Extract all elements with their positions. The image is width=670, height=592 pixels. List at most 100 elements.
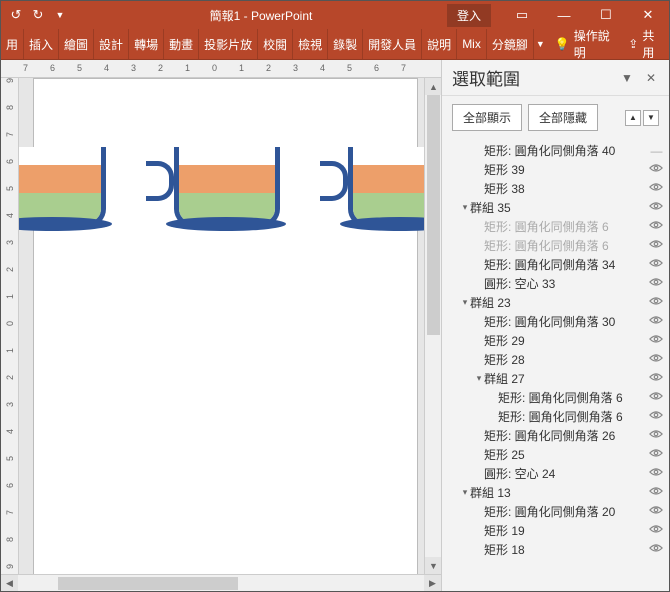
ruler-tick: 9: [5, 564, 15, 569]
tree-item-label: 矩形: 圓角化同側角落 6: [498, 389, 647, 406]
tree-item[interactable]: 矩形: 圓角化同側角落 6: [452, 236, 665, 255]
ruler-tick: 1: [5, 348, 15, 353]
cup-graphic[interactable]: [348, 147, 424, 227]
tree-item[interactable]: 矩形 28: [452, 350, 665, 369]
scroll-left-icon[interactable]: ◀: [1, 575, 18, 592]
ribbon-tab[interactable]: 動畫: [164, 29, 199, 59]
redo-icon[interactable]: ↻: [29, 6, 47, 24]
expand-arrow-icon[interactable]: ▾: [460, 202, 470, 213]
login-button[interactable]: 登入: [447, 4, 491, 27]
show-all-button[interactable]: 全部顯示: [452, 104, 522, 131]
ribbon-tab[interactable]: 用: [1, 29, 24, 59]
visibility-eye-icon[interactable]: [647, 486, 665, 499]
ruler-tick: 7: [5, 132, 15, 137]
slide-viewport[interactable]: [19, 78, 424, 574]
scrollbar-track[interactable]: [425, 95, 441, 557]
visibility-eye-icon[interactable]: [647, 220, 665, 233]
tree-item[interactable]: ▾群組 27: [452, 369, 665, 388]
tree-item[interactable]: 矩形 38: [452, 179, 665, 198]
visibility-eye-icon[interactable]: [647, 429, 665, 442]
visibility-eye-icon[interactable]: [647, 543, 665, 556]
tree-item[interactable]: 矩形 19: [452, 521, 665, 540]
tree-item[interactable]: 矩形: 圓角化同側角落 30: [452, 312, 665, 331]
tell-me[interactable]: 💡 操作說明: [547, 27, 621, 61]
scrollbar-thumb[interactable]: [58, 577, 238, 590]
tree-item[interactable]: 矩形 29: [452, 331, 665, 350]
ribbon-tab[interactable]: 插入: [24, 29, 59, 59]
ribbon-tab[interactable]: 轉場: [129, 29, 164, 59]
visibility-eye-icon[interactable]: [647, 334, 665, 347]
ribbon-tab[interactable]: 檢視: [293, 29, 328, 59]
ribbon-tab[interactable]: 設計: [94, 29, 129, 59]
cup-graphic[interactable]: [174, 147, 280, 227]
ribbon-display-icon[interactable]: ▭: [501, 1, 543, 29]
maximize-icon[interactable]: ☐: [585, 1, 627, 29]
scroll-up-icon[interactable]: ▲: [425, 78, 441, 95]
tree-item[interactable]: 矩形 39: [452, 160, 665, 179]
tree-item[interactable]: 矩形: 圓角化同側角落 20: [452, 502, 665, 521]
scroll-right-icon[interactable]: ▶: [424, 575, 441, 592]
tree-item[interactable]: 矩形: 圓角化同側角落 40—: [452, 141, 665, 160]
chevron-down-icon[interactable]: ▼: [51, 6, 69, 24]
tree-item[interactable]: ▾群組 35: [452, 198, 665, 217]
chevron-down-icon[interactable]: ▼: [534, 39, 547, 49]
ribbon-tab[interactable]: 校閱: [258, 29, 293, 59]
expand-arrow-icon[interactable]: ▾: [474, 373, 484, 384]
ribbon-tab[interactable]: 開發人員: [363, 29, 422, 59]
visibility-eye-icon[interactable]: [647, 467, 665, 480]
ribbon-tab[interactable]: 投影片放: [199, 29, 258, 59]
tree-item[interactable]: 矩形: 圓角化同側角落 34: [452, 255, 665, 274]
visibility-eye-icon[interactable]: [647, 258, 665, 271]
share-button[interactable]: ⇪ 共用: [620, 27, 669, 61]
visibility-eye-icon[interactable]: [647, 239, 665, 252]
move-down-icon[interactable]: ▼: [643, 110, 659, 126]
visibility-eye-icon[interactable]: [647, 410, 665, 423]
visibility-eye-icon[interactable]: [647, 296, 665, 309]
scrollbar-thumb[interactable]: [427, 95, 440, 335]
chevron-down-icon[interactable]: ▼: [619, 70, 635, 86]
tree-item[interactable]: ▾群組 13: [452, 483, 665, 502]
ribbon-tab[interactable]: 繪圖: [59, 29, 94, 59]
cup-graphic[interactable]: [19, 147, 106, 227]
visibility-eye-icon[interactable]: [647, 391, 665, 404]
tree-item[interactable]: ▾群組 23: [452, 293, 665, 312]
visibility-eye-icon[interactable]: [647, 182, 665, 195]
visibility-eye-icon[interactable]: [647, 201, 665, 214]
visibility-hidden-icon[interactable]: —: [647, 144, 665, 158]
expand-arrow-icon[interactable]: ▾: [460, 487, 470, 498]
close-icon[interactable]: ✕: [627, 1, 669, 29]
ribbon-tab[interactable]: Mix: [457, 29, 487, 59]
ribbon-tab[interactable]: 錄製: [328, 29, 363, 59]
visibility-eye-icon[interactable]: [647, 315, 665, 328]
visibility-eye-icon[interactable]: [647, 372, 665, 385]
tree-item[interactable]: 矩形: 圓角化同側角落 26: [452, 426, 665, 445]
ribbon-tab[interactable]: 分鏡腳: [487, 29, 534, 59]
tree-item[interactable]: 矩形: 圓角化同側角落 6: [452, 407, 665, 426]
scrollbar-track[interactable]: [18, 575, 424, 592]
expand-arrow-icon[interactable]: ▾: [460, 297, 470, 308]
tree-item[interactable]: 圓形: 空心 33: [452, 274, 665, 293]
ribbon-tab[interactable]: 說明: [422, 29, 457, 59]
close-icon[interactable]: ✕: [643, 70, 659, 86]
scroll-down-icon[interactable]: ▼: [425, 557, 441, 574]
visibility-eye-icon[interactable]: [647, 353, 665, 366]
tree-item[interactable]: 矩形: 圓角化同側角落 6: [452, 217, 665, 236]
tree-item[interactable]: 矩形 18: [452, 540, 665, 559]
tree-item[interactable]: 矩形: 圓角化同側角落 6: [452, 388, 665, 407]
horizontal-scrollbar[interactable]: ◀ ▶: [1, 574, 441, 591]
vertical-scrollbar[interactable]: ▲ ▼: [424, 78, 441, 574]
visibility-eye-icon[interactable]: [647, 448, 665, 461]
undo-icon[interactable]: ↺: [7, 6, 25, 24]
tree-item[interactable]: 矩形 25: [452, 445, 665, 464]
tree-item-label: 矩形: 圓角化同側角落 6: [484, 218, 647, 235]
visibility-eye-icon[interactable]: [647, 524, 665, 537]
tree-item-label: 矩形 29: [484, 332, 647, 349]
slide[interactable]: [33, 78, 418, 574]
minimize-icon[interactable]: —: [543, 1, 585, 29]
visibility-eye-icon[interactable]: [647, 277, 665, 290]
visibility-eye-icon[interactable]: [647, 163, 665, 176]
move-up-icon[interactable]: ▲: [625, 110, 641, 126]
hide-all-button[interactable]: 全部隱藏: [528, 104, 598, 131]
tree-item[interactable]: 圓形: 空心 24: [452, 464, 665, 483]
visibility-eye-icon[interactable]: [647, 505, 665, 518]
